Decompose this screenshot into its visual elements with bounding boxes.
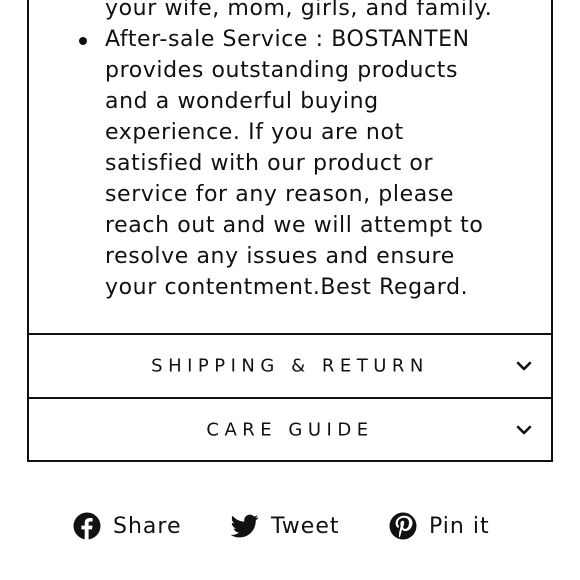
twitter-tweet-button[interactable]: Tweet <box>231 507 340 545</box>
description-line: your wife, mom, girls, and family. <box>105 0 493 21</box>
facebook-share-button[interactable]: Share <box>73 507 182 545</box>
shipping-return-accordion[interactable]: SHIPPING & RETURN <box>27 333 553 399</box>
description-line: satisfied with our product or <box>105 151 434 176</box>
pin-it-label: Pin it <box>429 513 490 539</box>
shipping-return-title: SHIPPING & RETURN <box>151 355 429 377</box>
facebook-icon <box>73 512 101 540</box>
description-line: your contentment.Best Regard. <box>105 275 469 300</box>
care-guide-title: CARE GUIDE <box>206 419 374 440</box>
tweet-label: Tweet <box>271 513 340 539</box>
chevron-down-icon <box>516 425 532 434</box>
description-line: resolve any issues and ensure <box>105 244 455 269</box>
description-line: provides outstanding products <box>105 58 459 83</box>
pinterest-icon <box>389 512 417 540</box>
twitter-icon <box>231 514 259 538</box>
description-line: reach out and we will attempt to <box>105 213 484 238</box>
chevron-down-icon <box>516 361 532 371</box>
description-line: experience. If you are not <box>105 120 404 145</box>
description-line: and a wonderful buying <box>105 89 379 114</box>
share-label: Share <box>113 513 182 539</box>
care-guide-accordion[interactable]: CARE GUIDE <box>27 397 553 462</box>
pinterest-pin-button[interactable]: Pin it <box>389 507 490 545</box>
description-line: After-sale Service : BOSTANTEN <box>105 27 470 52</box>
list-bullet <box>79 37 87 45</box>
description-line: service for any reason, please <box>105 182 454 207</box>
